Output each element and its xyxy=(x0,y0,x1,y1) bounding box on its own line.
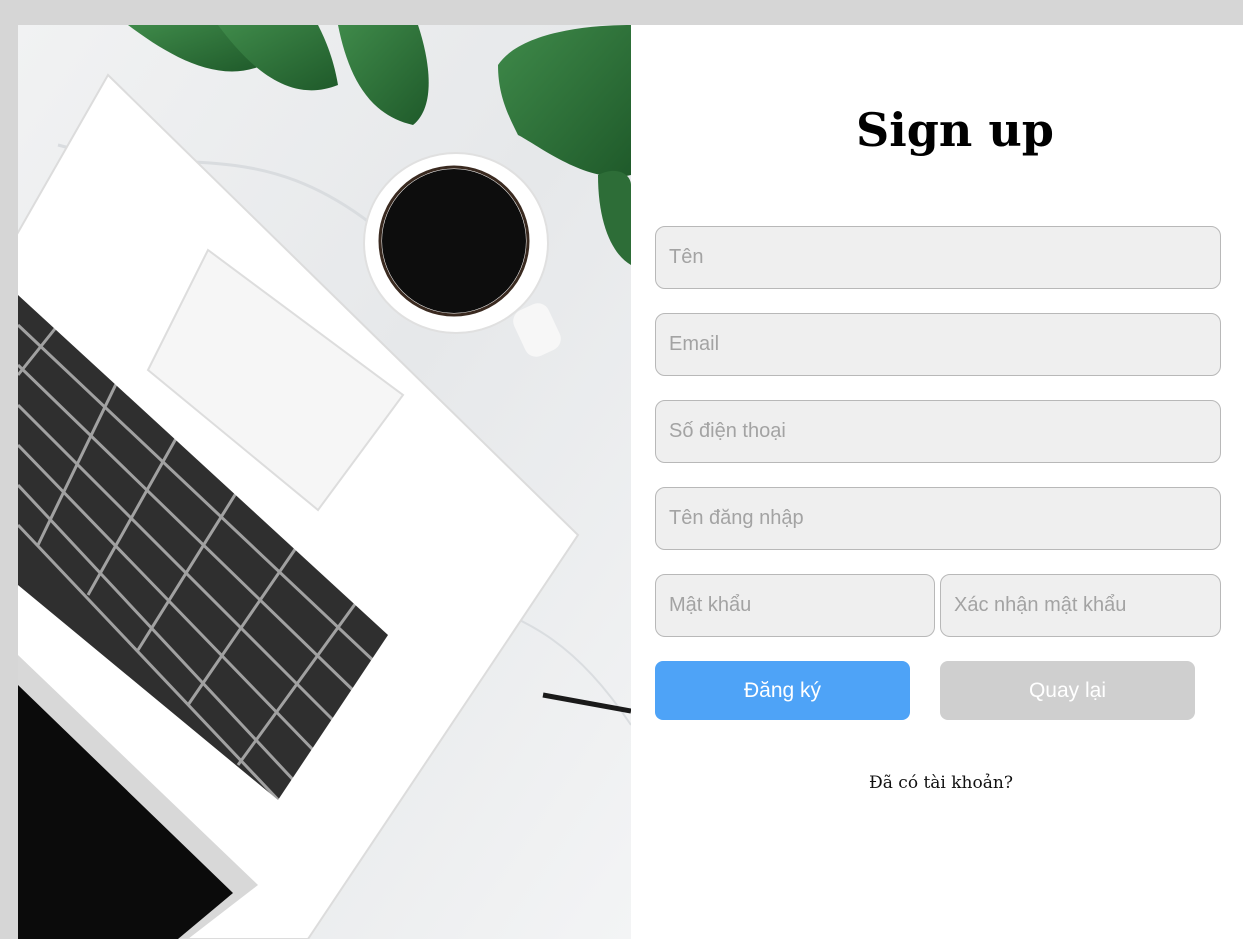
password-input[interactable] xyxy=(655,574,935,637)
signup-card: Sign up Đăng ký Quay lại Đã có tài khoản… xyxy=(18,25,1243,939)
page-title: Sign up xyxy=(856,103,1054,157)
phone-input[interactable] xyxy=(655,400,1221,463)
email-input[interactable] xyxy=(655,313,1221,376)
name-input[interactable] xyxy=(655,226,1221,289)
username-input[interactable] xyxy=(655,487,1221,550)
hero-image xyxy=(18,25,631,939)
signup-form-panel: Sign up Đăng ký Quay lại Đã có tài khoản… xyxy=(631,25,1243,939)
confirm-password-input[interactable] xyxy=(940,574,1221,637)
register-button[interactable]: Đăng ký xyxy=(655,661,910,720)
back-button[interactable]: Quay lại xyxy=(940,661,1195,720)
login-link[interactable]: Đã có tài khoản? xyxy=(631,773,1243,793)
